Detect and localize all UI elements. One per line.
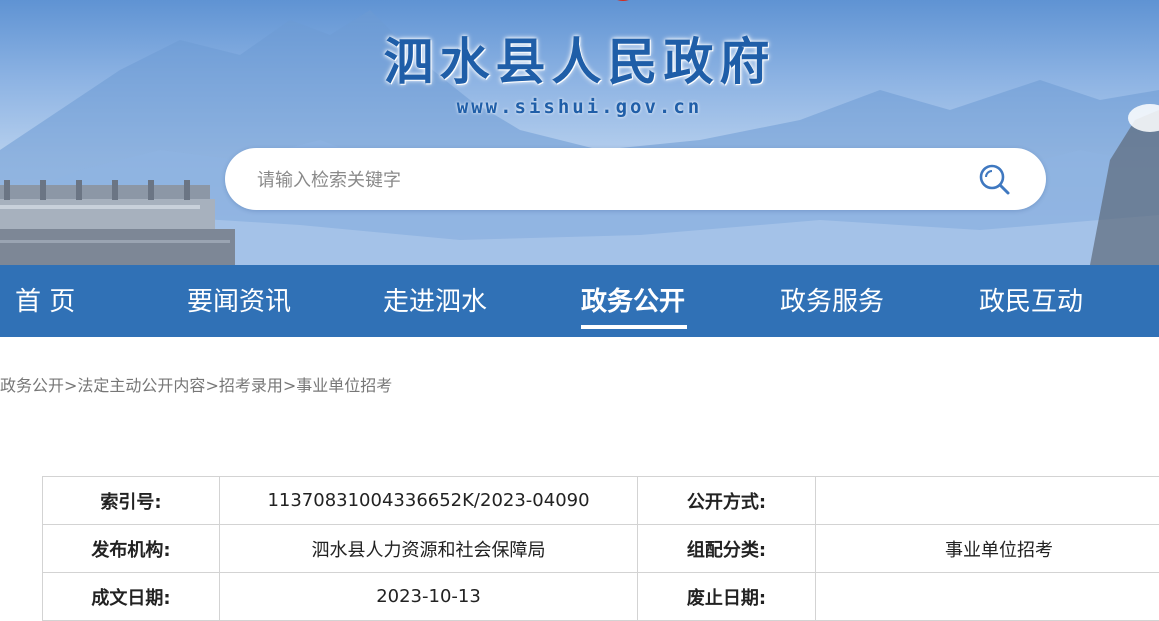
written-date-label: 成文日期: xyxy=(43,573,220,621)
breadcrumb-separator: > xyxy=(205,376,218,395)
table-row: 发布机构: 泗水县人力资源和社会保障局 组配分类: 事业单位招考 xyxy=(43,525,1159,573)
written-date-value: 2023-10-13 xyxy=(220,573,638,621)
breadcrumb-separator: > xyxy=(283,376,296,395)
site-title: 泗水县人民政府 xyxy=(0,22,1159,94)
table-row: 索引号: 11370831004336652K/2023-04090 公开方式: xyxy=(43,477,1159,525)
active-nav-underline xyxy=(581,325,687,329)
search-input[interactable] xyxy=(255,160,959,200)
header-banner: 泗水县人民政府 www.sishui.gov.cn xyxy=(0,0,1159,265)
category-label: 组配分类: xyxy=(638,525,816,573)
expiry-date-label: 废止日期: xyxy=(638,573,816,621)
site-url: www.sishui.gov.cn xyxy=(0,96,1159,118)
category-value: 事业单位招考 xyxy=(816,525,1159,573)
disclosure-method-label: 公开方式: xyxy=(638,477,816,525)
expiry-date-value xyxy=(816,573,1159,621)
breadcrumb: 政务公开>法定主动公开内容>招考录用>事业单位招考 xyxy=(0,375,392,397)
index-number-value: 11370831004336652K/2023-04090 xyxy=(220,477,638,525)
search-bar xyxy=(225,148,1046,210)
national-emblem-icon xyxy=(598,0,648,12)
nav-home[interactable]: 首 页 xyxy=(15,265,75,337)
breadcrumb-item-institution-recruitment[interactable]: 事业单位招考 xyxy=(296,376,392,395)
breadcrumb-item-recruitment[interactable]: 招考录用 xyxy=(219,376,283,395)
disclosure-method-value xyxy=(816,477,1159,525)
document-info-table: 索引号: 11370831004336652K/2023-04090 公开方式:… xyxy=(42,476,1159,621)
nav-about-sishui[interactable]: 走进泗水 xyxy=(383,265,487,337)
breadcrumb-item-government-affairs[interactable]: 政务公开 xyxy=(0,376,64,395)
nav-government-services[interactable]: 政务服务 xyxy=(780,265,884,337)
table-row: 成文日期: 2023-10-13 废止日期: xyxy=(43,573,1159,621)
search-icon[interactable] xyxy=(977,162,1011,196)
publisher-label: 发布机构: xyxy=(43,525,220,573)
breadcrumb-item-statutory-disclosure[interactable]: 法定主动公开内容 xyxy=(77,376,205,395)
publisher-value: 泗水县人力资源和社会保障局 xyxy=(220,525,638,573)
breadcrumb-separator: > xyxy=(64,376,77,395)
main-navigation: 首 页 要闻资讯 走进泗水 政务公开 政务服务 政民互动 xyxy=(0,265,1159,337)
index-number-label: 索引号: xyxy=(43,477,220,525)
nav-public-interaction[interactable]: 政民互动 xyxy=(979,265,1083,337)
nav-news[interactable]: 要闻资讯 xyxy=(187,265,291,337)
